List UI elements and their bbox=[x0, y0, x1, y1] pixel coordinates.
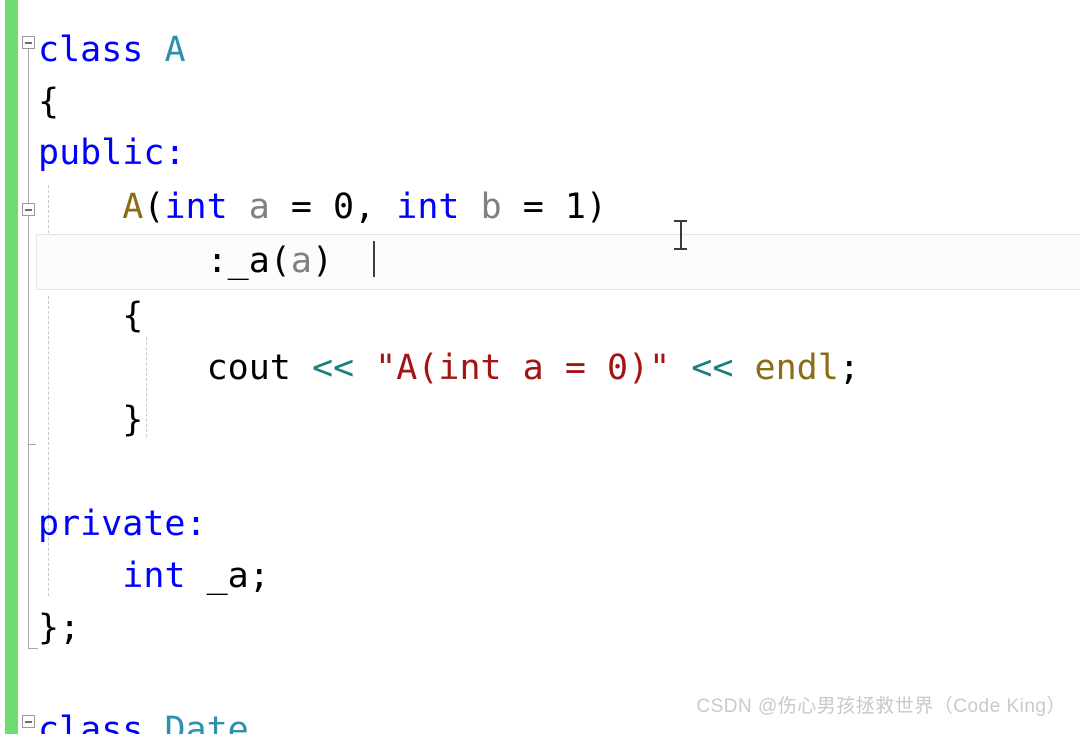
code-line-close-class[interactable]: }; bbox=[38, 611, 80, 646]
code-line-private[interactable]: private: bbox=[38, 507, 207, 542]
code-line-public[interactable]: public: bbox=[38, 136, 186, 171]
token-stream-operator: << bbox=[691, 348, 734, 388]
token-brace: }; bbox=[38, 608, 81, 648]
token-stream-object: cout bbox=[38, 348, 312, 388]
code-line-class-a[interactable]: class A bbox=[38, 33, 186, 68]
token-keyword: private: bbox=[38, 504, 207, 544]
token-parameter: a bbox=[248, 187, 270, 227]
token-brace: { bbox=[38, 82, 60, 122]
token-keyword: class bbox=[38, 710, 144, 734]
token-type-name: A bbox=[164, 30, 186, 70]
token-default-value: = 0, bbox=[269, 187, 397, 227]
token-keyword: int bbox=[396, 187, 460, 227]
token-stream-operator: << bbox=[311, 348, 355, 388]
code-line-open-brace-class[interactable]: { bbox=[38, 85, 59, 120]
code-line-ctor-signature[interactable]: A(int a = 0, int b = 1) bbox=[38, 190, 607, 225]
token-keyword: int bbox=[164, 187, 228, 227]
csdn-watermark: CSDN @伤心男孩拯救世界（Code King） bbox=[696, 696, 1066, 717]
text-caret bbox=[373, 241, 375, 277]
code-line-open-brace-ctor[interactable]: { bbox=[38, 299, 143, 334]
ibeam-cap-bottom bbox=[674, 248, 687, 250]
token-init-list: :_a( bbox=[38, 241, 291, 281]
code-editor[interactable]: class A { public: A(int a = 0, int b = 1… bbox=[0, 0, 1080, 734]
ibeam-stem bbox=[680, 222, 682, 248]
token-keyword: public: bbox=[38, 133, 186, 173]
token-parameter: a bbox=[290, 241, 312, 281]
token-keyword: int bbox=[122, 556, 186, 596]
token-default-value: = 1) bbox=[501, 187, 607, 227]
token-paren: ( bbox=[143, 187, 165, 227]
token-member-name: _a; bbox=[185, 556, 270, 596]
code-line-member-a[interactable]: int _a; bbox=[38, 559, 270, 594]
token-string-literal: "A(int a = 0)" bbox=[375, 348, 671, 388]
token-brace: } bbox=[38, 400, 144, 440]
token-endl: endl bbox=[754, 348, 839, 388]
code-text-layer[interactable]: class A { public: A(int a = 0, int b = 1… bbox=[0, 0, 1080, 734]
token-function-name: A bbox=[122, 187, 144, 227]
token-type-name: Date bbox=[164, 710, 249, 734]
token-paren: ) bbox=[311, 241, 334, 281]
code-line-cout[interactable]: cout << "A(int a = 0)" << endl; bbox=[38, 351, 860, 386]
code-line-class-date[interactable]: class Date bbox=[38, 713, 249, 734]
token-brace: { bbox=[38, 296, 144, 336]
token-parameter: b bbox=[480, 187, 502, 227]
mouse-pointer-ibeam bbox=[674, 220, 687, 250]
token-keyword: class bbox=[38, 30, 144, 70]
code-line-init-list[interactable]: :_a(a) bbox=[38, 244, 333, 279]
token-semicolon: ; bbox=[838, 348, 860, 388]
code-line-close-brace-ctor[interactable]: } bbox=[38, 403, 143, 438]
